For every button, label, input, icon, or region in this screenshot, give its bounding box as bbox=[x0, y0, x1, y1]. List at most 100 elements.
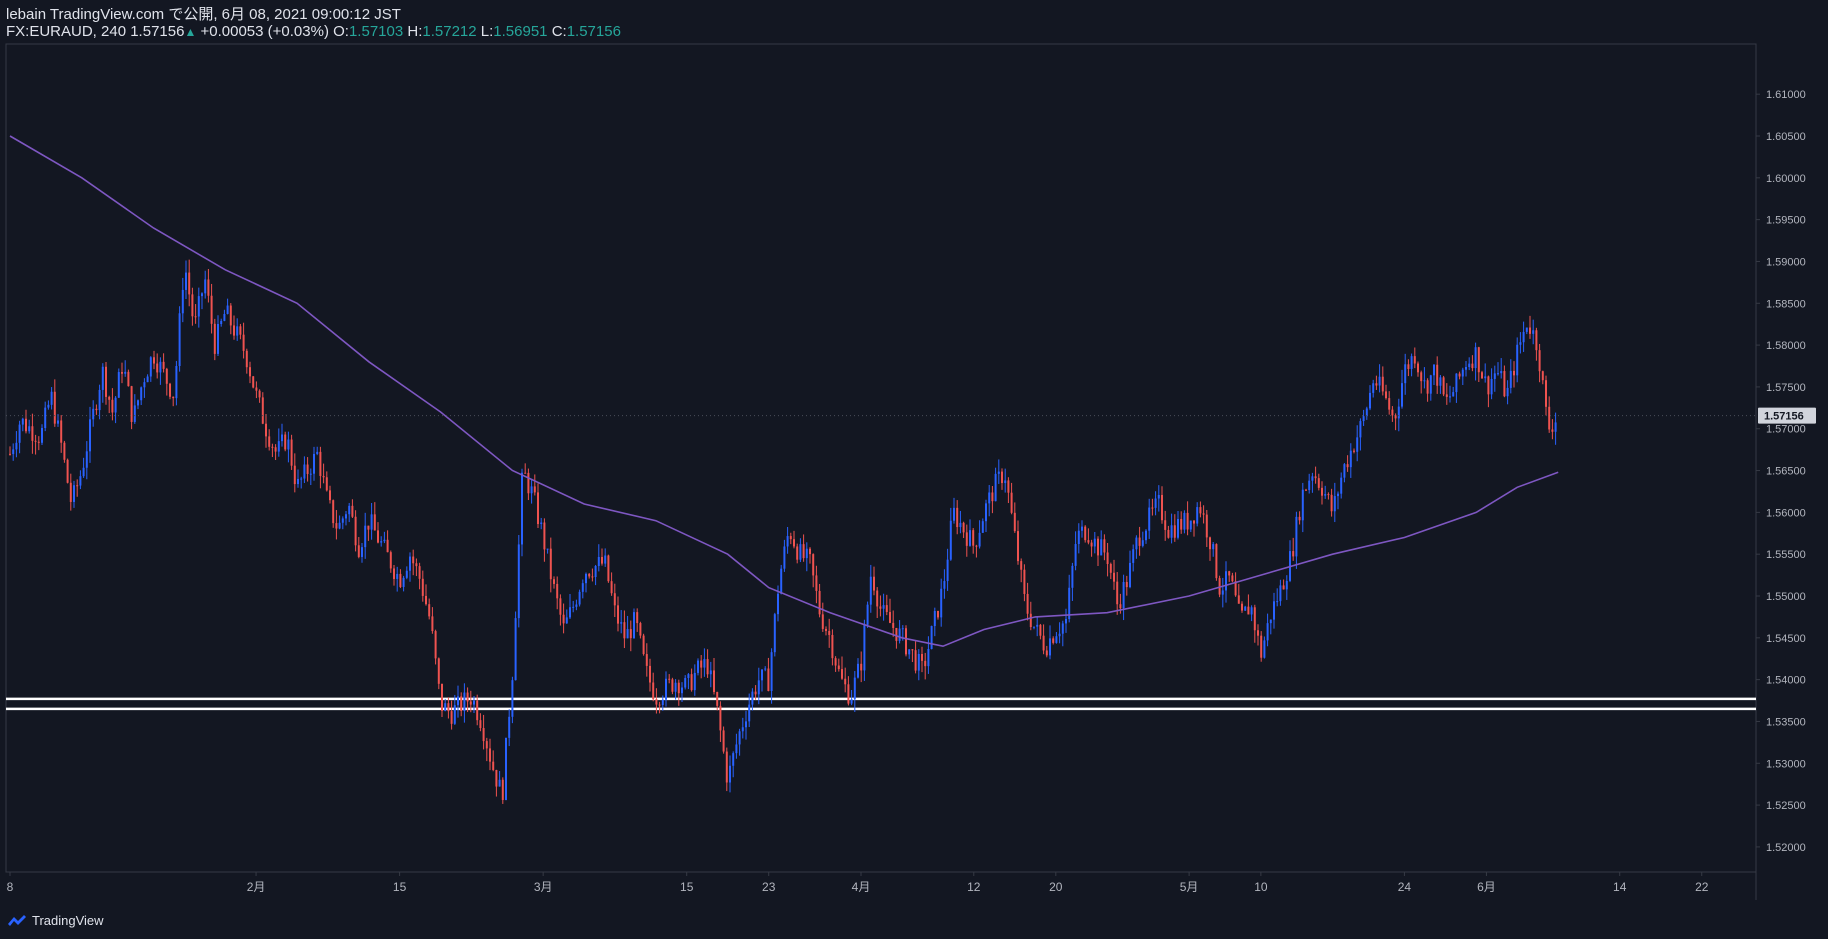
candle-body bbox=[937, 610, 939, 618]
candle-body bbox=[1042, 635, 1045, 651]
candle-body bbox=[1413, 356, 1416, 364]
candle-body bbox=[540, 522, 543, 525]
candle-body bbox=[133, 405, 136, 422]
candle-body bbox=[220, 320, 223, 325]
candle-body bbox=[757, 680, 760, 695]
candle-body bbox=[562, 614, 565, 624]
price-axis[interactable]: 1.61000 1.60500 1.60000 1.59500 1.59000 1.585… bbox=[1756, 89, 1806, 854]
candle-body bbox=[901, 628, 904, 630]
candle-body bbox=[1388, 398, 1391, 410]
candle-body bbox=[988, 492, 991, 504]
candle-body bbox=[1477, 347, 1480, 373]
candle-body bbox=[770, 652, 773, 691]
candle-body bbox=[1055, 636, 1058, 643]
candle-body bbox=[732, 753, 735, 766]
candle-body bbox=[1362, 416, 1365, 422]
candle-body bbox=[783, 546, 786, 569]
candle-body bbox=[1145, 530, 1147, 541]
brand-label: TradingView bbox=[32, 912, 104, 928]
candle-body bbox=[313, 453, 315, 474]
candle-body bbox=[79, 476, 82, 486]
candle-body bbox=[1535, 330, 1538, 351]
candle-body bbox=[1106, 552, 1109, 564]
candle-body bbox=[485, 741, 488, 749]
candle-body bbox=[719, 705, 722, 731]
candle-body bbox=[194, 316, 197, 318]
candle-body bbox=[1141, 540, 1144, 546]
candle-body bbox=[1420, 372, 1423, 382]
candle-body bbox=[396, 573, 399, 579]
candle-body bbox=[31, 426, 34, 441]
candle-body bbox=[444, 703, 447, 711]
candle-body bbox=[412, 556, 415, 564]
candle-body bbox=[1442, 377, 1445, 395]
candle-body bbox=[1103, 539, 1106, 553]
y-tick-label: 1.56000 bbox=[1766, 507, 1806, 519]
candle-body bbox=[722, 730, 725, 752]
x-tick-label: 6月 bbox=[1477, 880, 1496, 894]
candle-body bbox=[284, 434, 287, 450]
candle-body bbox=[761, 669, 763, 681]
candle-body bbox=[1465, 367, 1467, 370]
candle-body bbox=[277, 441, 280, 452]
candle-body bbox=[1199, 507, 1202, 514]
candle-body bbox=[1385, 391, 1387, 399]
candle-body bbox=[1189, 520, 1192, 530]
candle-body bbox=[1301, 489, 1304, 521]
candle-body bbox=[927, 648, 930, 667]
x-tick-label: 23 bbox=[762, 880, 776, 894]
candle-body bbox=[1497, 373, 1499, 375]
candle-body bbox=[1439, 377, 1442, 386]
candle-body bbox=[316, 451, 319, 454]
y-tick-label: 1.57000 bbox=[1766, 424, 1806, 436]
candle-body bbox=[709, 670, 712, 675]
candle-body bbox=[789, 536, 792, 540]
candle-body bbox=[1157, 494, 1160, 499]
candle-body bbox=[153, 357, 155, 364]
candle-body bbox=[82, 467, 85, 477]
candle-body bbox=[1532, 330, 1535, 334]
candle-body bbox=[668, 678, 671, 680]
candle-body bbox=[476, 700, 479, 721]
candle-body bbox=[69, 482, 72, 502]
time-axis[interactable]: 8 2月 15 3月 15 23 4月 12 20 5月 10 24 6月 14 22 bbox=[7, 872, 1709, 894]
footer-brand[interactable]: TradingView bbox=[6, 910, 104, 930]
candle-body bbox=[565, 617, 568, 624]
candle-body bbox=[223, 313, 226, 321]
candle-body bbox=[831, 634, 834, 659]
candle-body bbox=[1276, 601, 1279, 603]
candle-body bbox=[1548, 406, 1551, 430]
candle-body bbox=[415, 563, 418, 567]
candle-body bbox=[329, 490, 331, 501]
candle-body bbox=[1333, 496, 1336, 512]
candle-body bbox=[569, 607, 571, 618]
candle-body bbox=[229, 305, 232, 326]
candle-body bbox=[217, 324, 219, 354]
candle-body bbox=[793, 539, 795, 547]
candle-body bbox=[21, 418, 24, 425]
candle-body bbox=[1369, 392, 1371, 409]
candle-body bbox=[1493, 373, 1496, 379]
candle-body bbox=[399, 573, 402, 587]
candle-body bbox=[85, 451, 88, 468]
candle-body bbox=[1058, 633, 1061, 637]
candle-body bbox=[745, 721, 747, 728]
x-tick-label: 12 bbox=[967, 880, 981, 894]
candle-body bbox=[345, 514, 347, 519]
candle-body bbox=[924, 660, 927, 667]
candle-body bbox=[965, 532, 968, 546]
candle-body bbox=[297, 478, 299, 485]
candle-body bbox=[57, 420, 59, 424]
candle-body bbox=[1004, 480, 1007, 484]
price-chart[interactable]: 1.61000 1.60500 1.60000 1.59500 1.59000 1.585… bbox=[0, 0, 1828, 900]
candle-body bbox=[1036, 624, 1039, 627]
candle-body bbox=[1468, 363, 1471, 368]
candle-body bbox=[1052, 638, 1055, 643]
candle-body bbox=[946, 559, 949, 582]
candle-body bbox=[876, 590, 879, 607]
candle-body bbox=[1109, 563, 1112, 573]
candle-body bbox=[626, 629, 629, 639]
candle-body bbox=[1148, 507, 1151, 531]
candle-body bbox=[847, 684, 850, 704]
candle-body bbox=[1193, 520, 1195, 524]
